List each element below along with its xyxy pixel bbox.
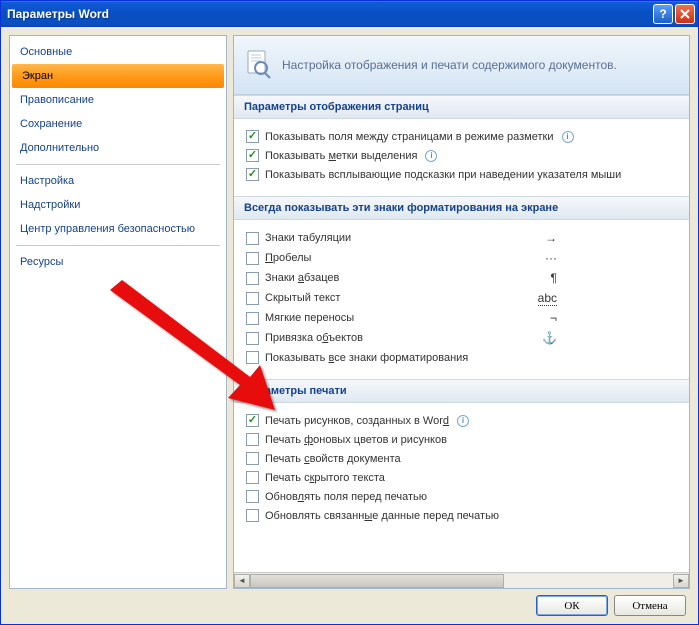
section-options: Знаки табуляции → Пробелы ··· Знаки абзацев ¶… <box>234 220 689 379</box>
option-row: Привязка объектов ⚓ <box>246 328 677 348</box>
option-label[interactable]: Знаки табуляции <box>265 232 351 244</box>
nav-item-5[interactable]: Настройка <box>10 169 226 193</box>
scroll-right-arrow[interactable]: ► <box>673 574 689 588</box>
checkbox[interactable] <box>246 272 259 285</box>
option-label[interactable]: Показывать все знаки форматирования <box>265 352 468 364</box>
option-label[interactable]: Обновлять связанные данные перед печатью <box>265 510 499 522</box>
option-row: Пробелы ··· <box>246 248 677 268</box>
option-label[interactable]: Мягкие переносы <box>265 312 354 324</box>
nav-divider <box>16 164 220 165</box>
checkbox[interactable] <box>246 471 259 484</box>
word-options-window: Параметры Word ? ОсновныеЭкранПравописан… <box>0 0 699 625</box>
checkbox[interactable] <box>246 168 259 181</box>
option-row: Показывать все знаки форматирования <box>246 348 677 367</box>
nav-item-4[interactable]: Дополнительно <box>10 136 226 160</box>
checkbox[interactable] <box>246 433 259 446</box>
info-icon[interactable]: i <box>425 150 437 162</box>
option-label[interactable]: Показывать метки выделения <box>265 150 417 162</box>
option-row: Знаки табуляции → <box>246 228 677 248</box>
option-row: Скрытый текст abc <box>246 288 677 308</box>
section-options: Показывать поля между страницами в режим… <box>234 119 689 196</box>
main-header: Настройка отображения и печати содержимо… <box>234 36 689 95</box>
format-mark-symbol: ··· <box>545 251 557 265</box>
scroll-thumb[interactable] <box>250 574 504 588</box>
option-row: Печать скрытого текста <box>246 468 677 487</box>
section-header: Параметры печати <box>234 379 689 403</box>
main-header-text: Настройка отображения и печати содержимо… <box>282 58 617 72</box>
format-mark-symbol: abc <box>538 291 557 305</box>
option-row: Печать рисунков, созданных в Word i <box>246 411 677 430</box>
option-label[interactable]: Пробелы <box>265 252 311 264</box>
section-options: Печать рисунков, созданных в WordiПечать… <box>234 403 689 537</box>
checkbox[interactable] <box>246 130 259 143</box>
nav-item-7[interactable]: Центр управления безопасностью <box>10 217 226 241</box>
format-mark-symbol: ⚓ <box>542 331 557 345</box>
titlebar[interactable]: Параметры Word ? <box>1 1 698 27</box>
info-icon[interactable]: i <box>457 415 469 427</box>
titlebar-buttons: ? <box>653 4 695 24</box>
checkbox[interactable] <box>246 149 259 162</box>
scroll-area[interactable]: Параметры отображения страниц Показывать … <box>234 95 689 572</box>
option-label[interactable]: Печать скрытого текста <box>265 472 385 484</box>
nav-item-2[interactable]: Правописание <box>10 88 226 112</box>
checkbox[interactable] <box>246 292 259 305</box>
checkbox[interactable] <box>246 351 259 364</box>
checkbox[interactable] <box>246 414 259 427</box>
option-label[interactable]: Скрытый текст <box>265 292 340 304</box>
dialog-buttons: ОК Отмена <box>9 595 690 616</box>
nav-item-1[interactable]: Экран <box>12 64 224 88</box>
option-row: Знаки абзацев ¶ <box>246 268 677 288</box>
checkbox[interactable] <box>246 312 259 325</box>
option-row: Показывать метки выделения i <box>246 146 677 165</box>
horizontal-scrollbar[interactable]: ◄ ► <box>234 572 689 588</box>
content-row: ОсновныеЭкранПравописаниеСохранениеДопол… <box>9 35 690 589</box>
nav-item-3[interactable]: Сохранение <box>10 112 226 136</box>
option-label[interactable]: Показывать всплывающие подсказки при нав… <box>265 169 621 181</box>
option-row: Мягкие переносы ¬ <box>246 308 677 328</box>
format-mark-symbol: ¬ <box>550 311 557 325</box>
ok-button[interactable]: ОК <box>536 595 608 616</box>
checkbox[interactable] <box>246 252 259 265</box>
option-label[interactable]: Печать рисунков, созданных в Word <box>265 415 449 427</box>
option-label[interactable]: Знаки абзацев <box>265 272 339 284</box>
option-label[interactable]: Обновлять поля перед печатью <box>265 491 427 503</box>
help-button[interactable]: ? <box>653 4 673 24</box>
section-header: Всегда показывать эти знаки форматирован… <box>234 196 689 220</box>
option-label[interactable]: Печать фоновых цветов и рисунков <box>265 434 447 446</box>
nav-item-6[interactable]: Надстройки <box>10 193 226 217</box>
section-header: Параметры отображения страниц <box>234 95 689 119</box>
nav-sidebar: ОсновныеЭкранПравописаниеСохранениеДопол… <box>9 35 227 589</box>
option-row: Обновлять поля перед печатью <box>246 487 677 506</box>
option-row: Показывать поля между страницами в режим… <box>246 127 677 146</box>
option-row: Печать фоновых цветов и рисунков <box>246 430 677 449</box>
option-label[interactable]: Печать свойств документа <box>265 453 401 465</box>
format-mark-symbol: → <box>545 231 557 245</box>
checkbox[interactable] <box>246 490 259 503</box>
nav-divider <box>16 245 220 246</box>
option-row: Показывать всплывающие подсказки при нав… <box>246 165 677 184</box>
option-row: Печать свойств документа <box>246 449 677 468</box>
nav-item-0[interactable]: Основные <box>10 40 226 64</box>
checkbox[interactable] <box>246 232 259 245</box>
scroll-left-arrow[interactable]: ◄ <box>234 574 250 588</box>
option-label[interactable]: Показывать поля между страницами в режим… <box>265 131 554 143</box>
main-panel: Настройка отображения и печати содержимо… <box>233 35 690 589</box>
scroll-track[interactable] <box>250 574 673 588</box>
dialog-body: ОсновныеЭкранПравописаниеСохранениеДопол… <box>1 27 698 624</box>
checkbox[interactable] <box>246 452 259 465</box>
format-mark-symbol: ¶ <box>551 271 557 285</box>
option-row: Обновлять связанные данные перед печатью <box>246 506 677 525</box>
info-icon[interactable]: i <box>562 131 574 143</box>
checkbox[interactable] <box>246 509 259 522</box>
cancel-button[interactable]: Отмена <box>614 595 686 616</box>
checkbox[interactable] <box>246 332 259 345</box>
close-button[interactable] <box>675 4 695 24</box>
option-label[interactable]: Привязка объектов <box>265 332 363 344</box>
window-title: Параметры Word <box>7 7 653 21</box>
close-icon <box>680 9 690 19</box>
document-magnifier-icon <box>246 50 272 80</box>
nav-item-8[interactable]: Ресурсы <box>10 250 226 274</box>
